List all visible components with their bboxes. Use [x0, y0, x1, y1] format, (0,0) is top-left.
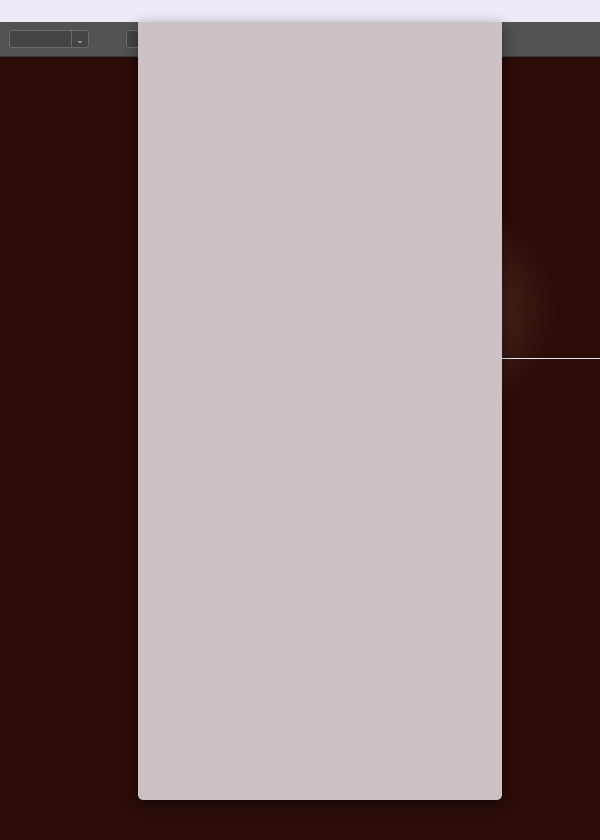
font-size-field[interactable]: ⌄	[9, 30, 89, 48]
text-baseline	[500, 358, 600, 359]
chevron-down-icon[interactable]: ⌄	[71, 31, 88, 47]
menu-bar	[0, 0, 600, 22]
window-menu	[138, 22, 502, 800]
